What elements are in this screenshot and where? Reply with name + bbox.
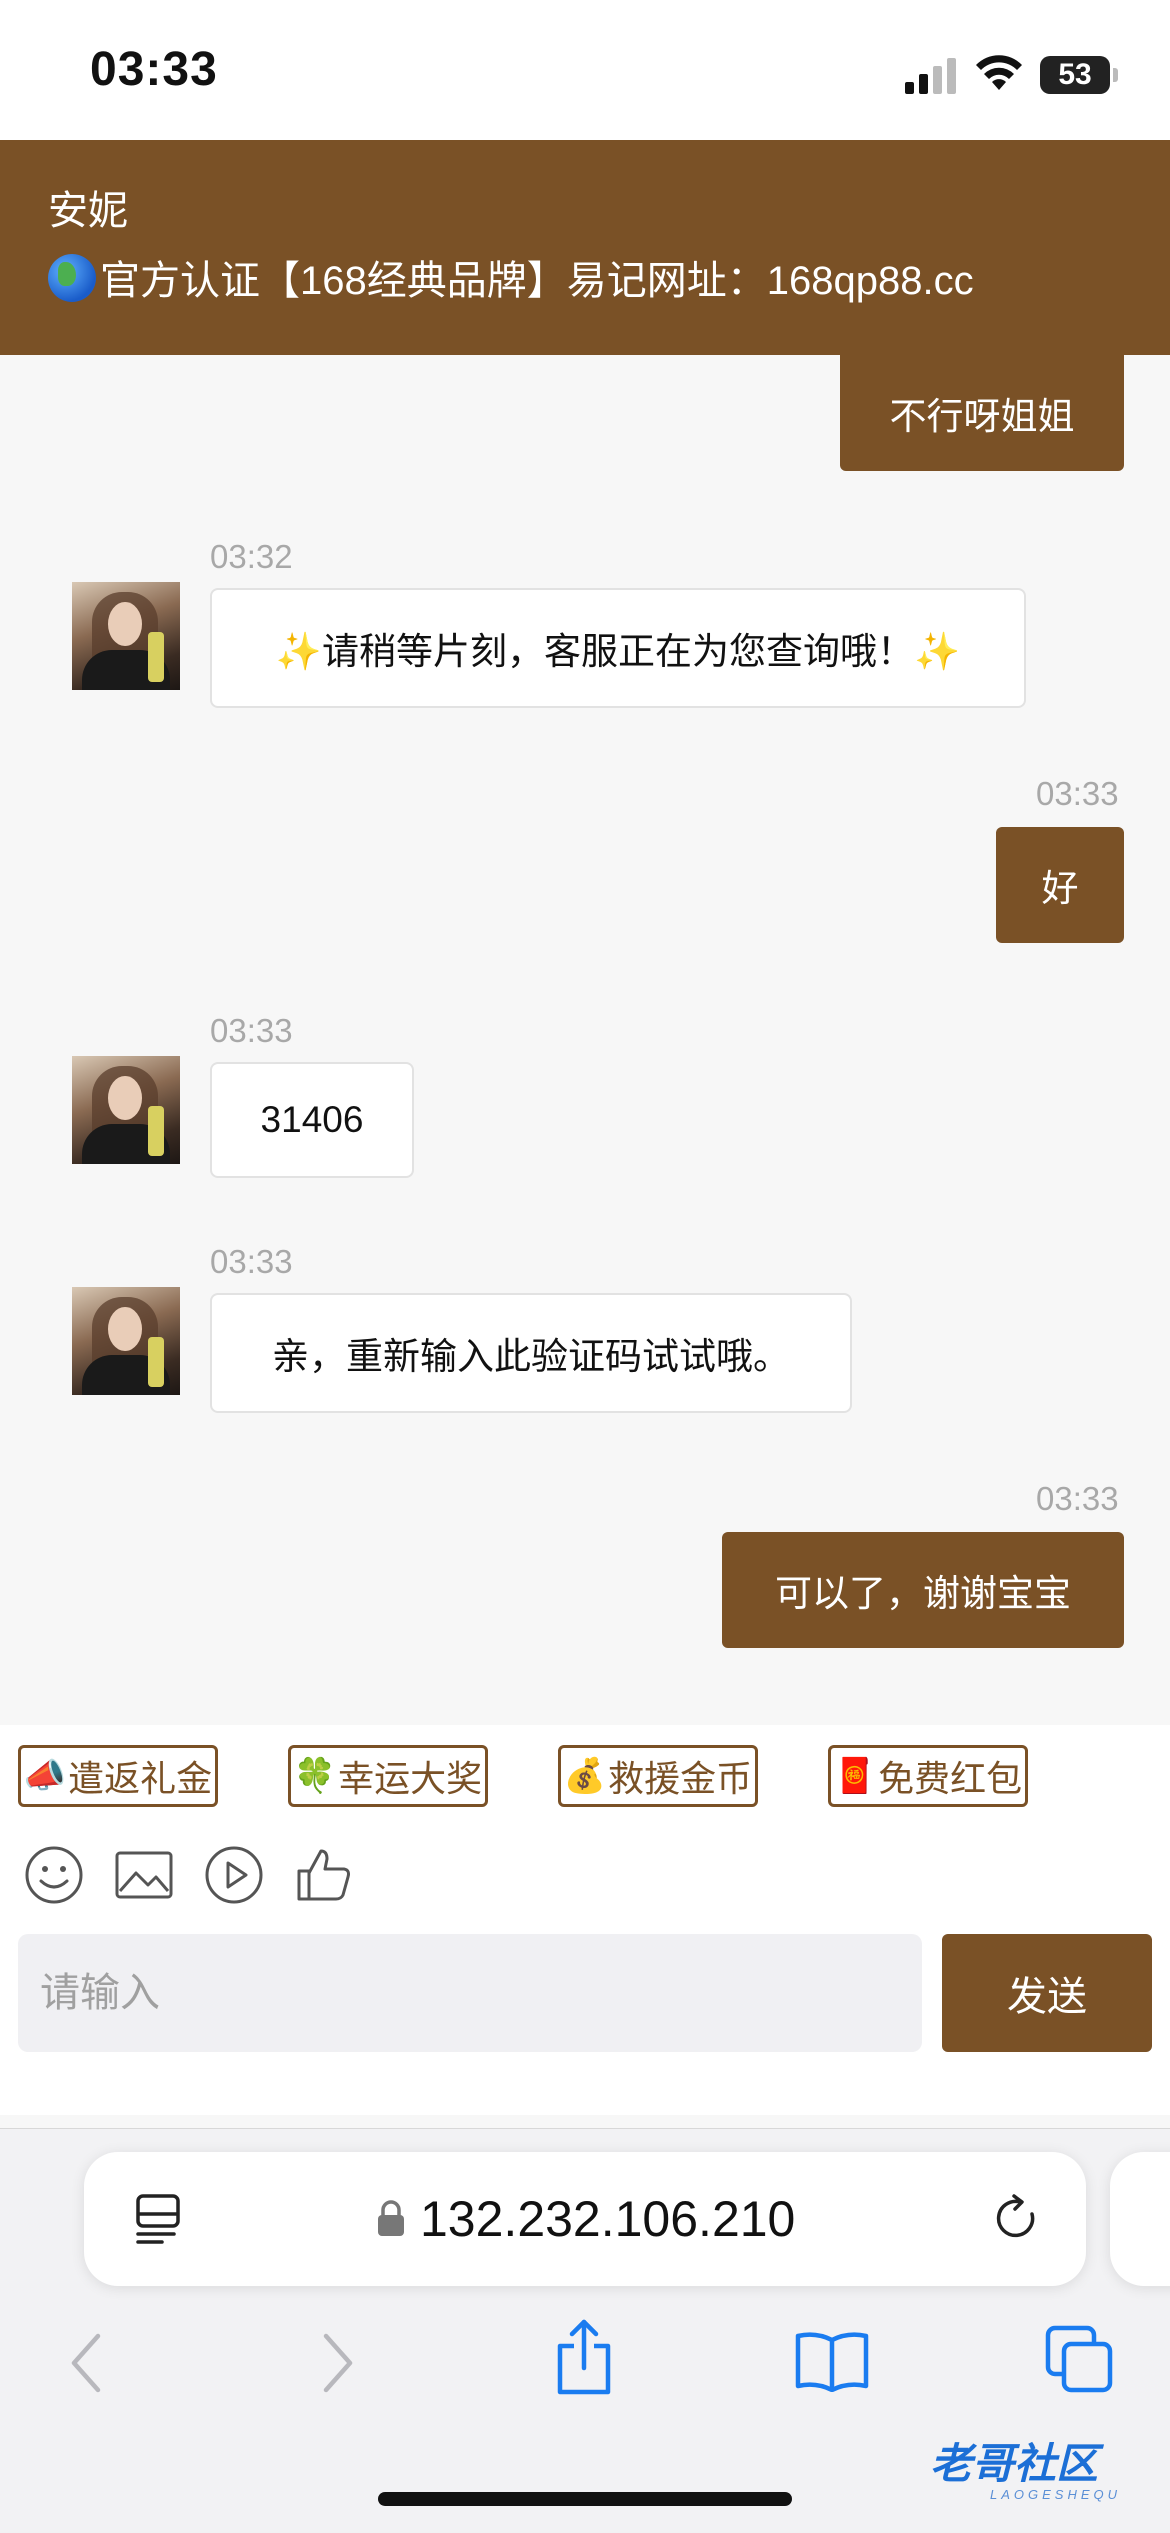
agent-avatar [72, 1056, 180, 1164]
header-notice-text: 官方认证【168经典品牌】易记网址：168qp88.cc [100, 259, 974, 303]
back-icon[interactable] [66, 2330, 106, 2396]
watermark-text: 老哥社区 [930, 2440, 1099, 2487]
agent-avatar [72, 582, 180, 690]
money-bag-icon: 💰 [563, 1757, 607, 1795]
forward-icon[interactable] [318, 2330, 358, 2396]
quick-tag-lucky-prize[interactable]: 🍀 幸运大奖 [288, 1745, 488, 1807]
agent-avatar [72, 1287, 180, 1395]
red-envelope-icon: 🧧 [833, 1757, 877, 1795]
message-time: 03:33 [210, 1012, 293, 1049]
quick-tag-label: 免费红包 [878, 1758, 1023, 1799]
reader-mode-icon[interactable] [134, 2192, 182, 2246]
emoji-icon[interactable] [24, 1845, 84, 1905]
image-icon[interactable] [114, 1845, 174, 1905]
share-icon[interactable] [552, 2318, 616, 2398]
battery-indicator: 53 [1040, 56, 1118, 94]
quick-tag-rescue-coins[interactable]: 💰 救援金币 [558, 1745, 758, 1807]
header-notice: 官方认证【168经典品牌】易记网址：168qp88.cc [48, 248, 974, 306]
message-input[interactable] [18, 1934, 922, 2052]
agent-name: 安妮 [48, 189, 128, 233]
quick-tag-red-packet[interactable]: 🧧 免费红包 [828, 1745, 1028, 1807]
message-bubble-outgoing: 好 [996, 827, 1124, 943]
home-indicator [378, 2492, 792, 2506]
message-time: 03:33 [210, 1243, 293, 1280]
url-text[interactable]: 132.232.106.210 [420, 2190, 795, 2248]
watermark-logo: 老哥社区 LAOGESHEQU [930, 2430, 1160, 2520]
message-bubble-outgoing: 不行呀姐姐 [840, 355, 1124, 471]
next-tab-peek[interactable] [1110, 2152, 1170, 2286]
video-icon[interactable] [204, 1845, 264, 1905]
quick-tag-label: 救援金币 [608, 1758, 753, 1799]
wifi-icon [976, 55, 1022, 90]
quick-tag-label: 遣返礼金 [68, 1758, 213, 1799]
send-button[interactable]: 发送 [942, 1934, 1152, 2052]
message-time: 03:32 [210, 538, 293, 575]
globe-icon [48, 254, 96, 302]
status-time: 03:33 [90, 43, 218, 96]
watermark-subtext: LAOGESHEQU [990, 2487, 1122, 2502]
message-bubble-incoming: 亲，重新输入此验证码试试哦。 [210, 1293, 852, 1413]
thumbs-up-icon[interactable] [294, 1845, 354, 1905]
quick-tag-label: 幸运大奖 [338, 1758, 483, 1799]
message-time: 03:33 [1036, 775, 1119, 812]
reload-icon[interactable] [992, 2192, 1042, 2246]
lock-icon [378, 2200, 404, 2236]
megaphone-icon: 📣 [23, 1757, 67, 1795]
tabs-icon[interactable] [1044, 2324, 1114, 2394]
quick-tag-rebate[interactable]: 📣 遣返礼金 [18, 1745, 218, 1807]
bookmarks-icon[interactable] [794, 2330, 870, 2392]
clover-icon: 🍀 [293, 1757, 337, 1795]
message-bubble-outgoing: 可以了，谢谢宝宝 [722, 1532, 1124, 1648]
message-time: 03:33 [1036, 1480, 1119, 1517]
cellular-signal-icon [905, 58, 957, 94]
message-bubble-incoming: ✨请稍等片刻，客服正在为您查询哦！✨ [210, 588, 1026, 708]
message-bubble-incoming: 31406 [210, 1062, 414, 1178]
